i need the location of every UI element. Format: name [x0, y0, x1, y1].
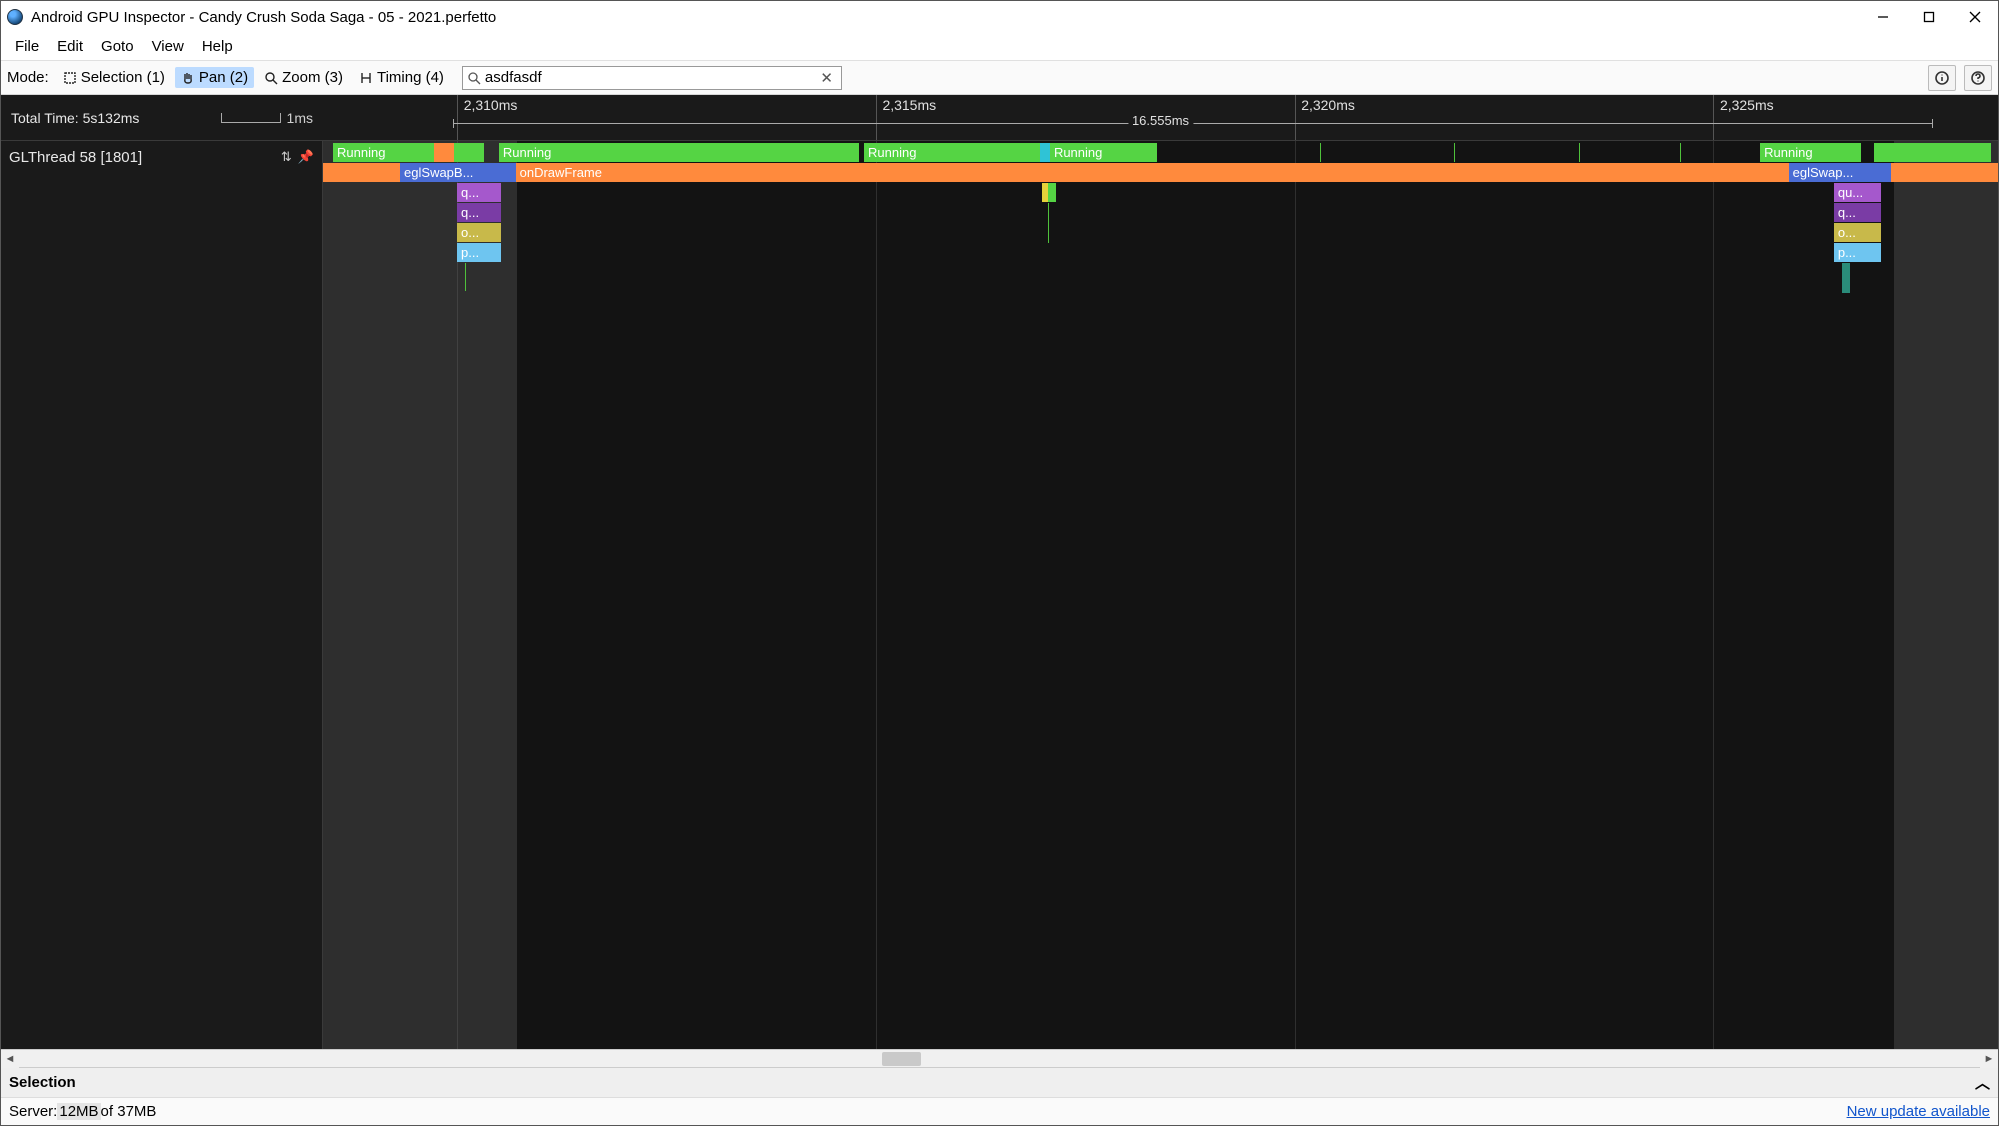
window-controls — [1860, 1, 1998, 33]
track-name: GLThread 58 [1801] — [9, 149, 142, 166]
slice-q[interactable]: q... — [457, 203, 501, 222]
menubar: File Edit Goto View Help — [1, 33, 1998, 61]
selection-panel-title: Selection — [9, 1074, 76, 1091]
slice-eglswap[interactable]: eglSwap... — [1789, 163, 1891, 182]
selection-icon — [63, 71, 77, 85]
chevron-up-icon[interactable]: ︿ — [1975, 1072, 1990, 1093]
window-title: Android GPU Inspector - Candy Crush Soda… — [31, 9, 496, 26]
scale-indicator: 1ms — [221, 110, 313, 126]
search-field[interactable]: ✕ — [462, 66, 842, 90]
slice-sched[interactable] — [434, 143, 454, 162]
search-icon — [467, 71, 481, 85]
slice-running[interactable]: Running — [499, 143, 859, 162]
slice-running[interactable]: Running — [333, 143, 434, 162]
menu-help[interactable]: Help — [194, 36, 241, 57]
slice-running[interactable] — [454, 143, 484, 162]
selection-panel-header[interactable]: Selection ︿ — [1, 1067, 1998, 1097]
scroll-thumb[interactable] — [882, 1052, 921, 1066]
minimize-button[interactable] — [1860, 1, 1906, 33]
close-button[interactable] — [1952, 1, 1998, 33]
search-input[interactable] — [485, 69, 816, 86]
slice-running[interactable]: Running — [1050, 143, 1157, 162]
hscrollbar[interactable]: ◄ ► — [1, 1049, 1998, 1067]
collapse-icon[interactable]: ⇅ — [281, 149, 292, 165]
mode-zoom-button[interactable]: Zoom (3) — [258, 67, 349, 88]
slice-q[interactable]: q... — [457, 183, 501, 202]
tick-label: 2,315ms — [882, 97, 936, 113]
slice-sched[interactable] — [1040, 143, 1050, 162]
menu-file[interactable]: File — [7, 36, 47, 57]
slice-p[interactable]: p... — [1834, 243, 1881, 262]
slice-sliver[interactable] — [1048, 183, 1056, 202]
titlebar: Android GPU Inspector - Candy Crush Soda… — [1, 1, 1998, 33]
slice-running[interactable] — [1874, 143, 1991, 162]
time-ruler[interactable]: Total Time: 5s132ms 1ms 2,310ms 2,315ms … — [1, 95, 1998, 141]
selection-span-label: 16.555ms — [1128, 113, 1193, 128]
timeline: Total Time: 5s132ms 1ms 2,310ms 2,315ms … — [1, 95, 1998, 1049]
server-label: Server: — [9, 1103, 57, 1120]
mode-pan-button[interactable]: Pan (2) — [175, 67, 254, 88]
statusbar: Server: 12MB of 37MB New update availabl… — [1, 1097, 1998, 1125]
app-window: Android GPU Inspector - Candy Crush Soda… — [0, 0, 1999, 1126]
pin-icon[interactable]: 📌 — [298, 149, 314, 165]
mode-timing-button[interactable]: Timing (4) — [353, 67, 450, 88]
update-link[interactable]: New update available — [1847, 1103, 1990, 1120]
slice-qu[interactable]: qu... — [1834, 183, 1881, 202]
timing-icon — [359, 71, 373, 85]
slice-eglswap[interactable]: eglSwapB... — [400, 163, 516, 182]
mode-label: Mode: — [7, 69, 49, 86]
track-canvas[interactable]: Running Running Running Running Running … — [323, 141, 1998, 1049]
slice-ondrawframe[interactable]: onDrawFrame — [516, 163, 1789, 182]
slice-o[interactable]: o... — [457, 223, 501, 242]
zoom-icon — [264, 71, 278, 85]
app-icon — [7, 9, 23, 25]
slice-o[interactable]: o... — [1834, 223, 1881, 242]
memory-used: 12MB — [57, 1103, 100, 1120]
tick-label: 2,310ms — [464, 97, 518, 113]
scroll-right-icon[interactable]: ► — [1980, 1050, 1998, 1068]
slice-frame[interactable] — [1891, 163, 1998, 182]
toolbar: Mode: Selection (1) Pan (2) Zoom (3) Tim… — [1, 61, 1998, 95]
slice-q[interactable]: q... — [1834, 203, 1881, 222]
menu-view[interactable]: View — [144, 36, 192, 57]
menu-edit[interactable]: Edit — [49, 36, 91, 57]
track-header[interactable]: GLThread 58 [1801] ⇅ 📌 — [1, 141, 322, 307]
menu-goto[interactable]: Goto — [93, 36, 142, 57]
help-button[interactable] — [1964, 65, 1992, 91]
maximize-button[interactable] — [1906, 1, 1952, 33]
slice-sliver[interactable] — [1842, 263, 1850, 293]
mode-selection-button[interactable]: Selection (1) — [57, 67, 171, 88]
slice-running[interactable]: Running — [1760, 143, 1861, 162]
search-clear-icon[interactable]: ✕ — [816, 69, 837, 87]
slice-running[interactable]: Running — [864, 143, 1040, 162]
scroll-left-icon[interactable]: ◄ — [1, 1050, 19, 1068]
track-labels-col: GLThread 58 [1801] ⇅ 📌 — [1, 141, 323, 1049]
memory-total: of 37MB — [101, 1103, 157, 1120]
slice-p[interactable]: p... — [457, 243, 501, 262]
tick-label: 2,325ms — [1720, 97, 1774, 113]
info-button[interactable] — [1928, 65, 1956, 91]
total-time-label: Total Time: 5s132ms — [11, 110, 139, 126]
tick-label: 2,320ms — [1301, 97, 1355, 113]
pan-icon — [181, 71, 195, 85]
slice-frame[interactable] — [323, 163, 400, 182]
